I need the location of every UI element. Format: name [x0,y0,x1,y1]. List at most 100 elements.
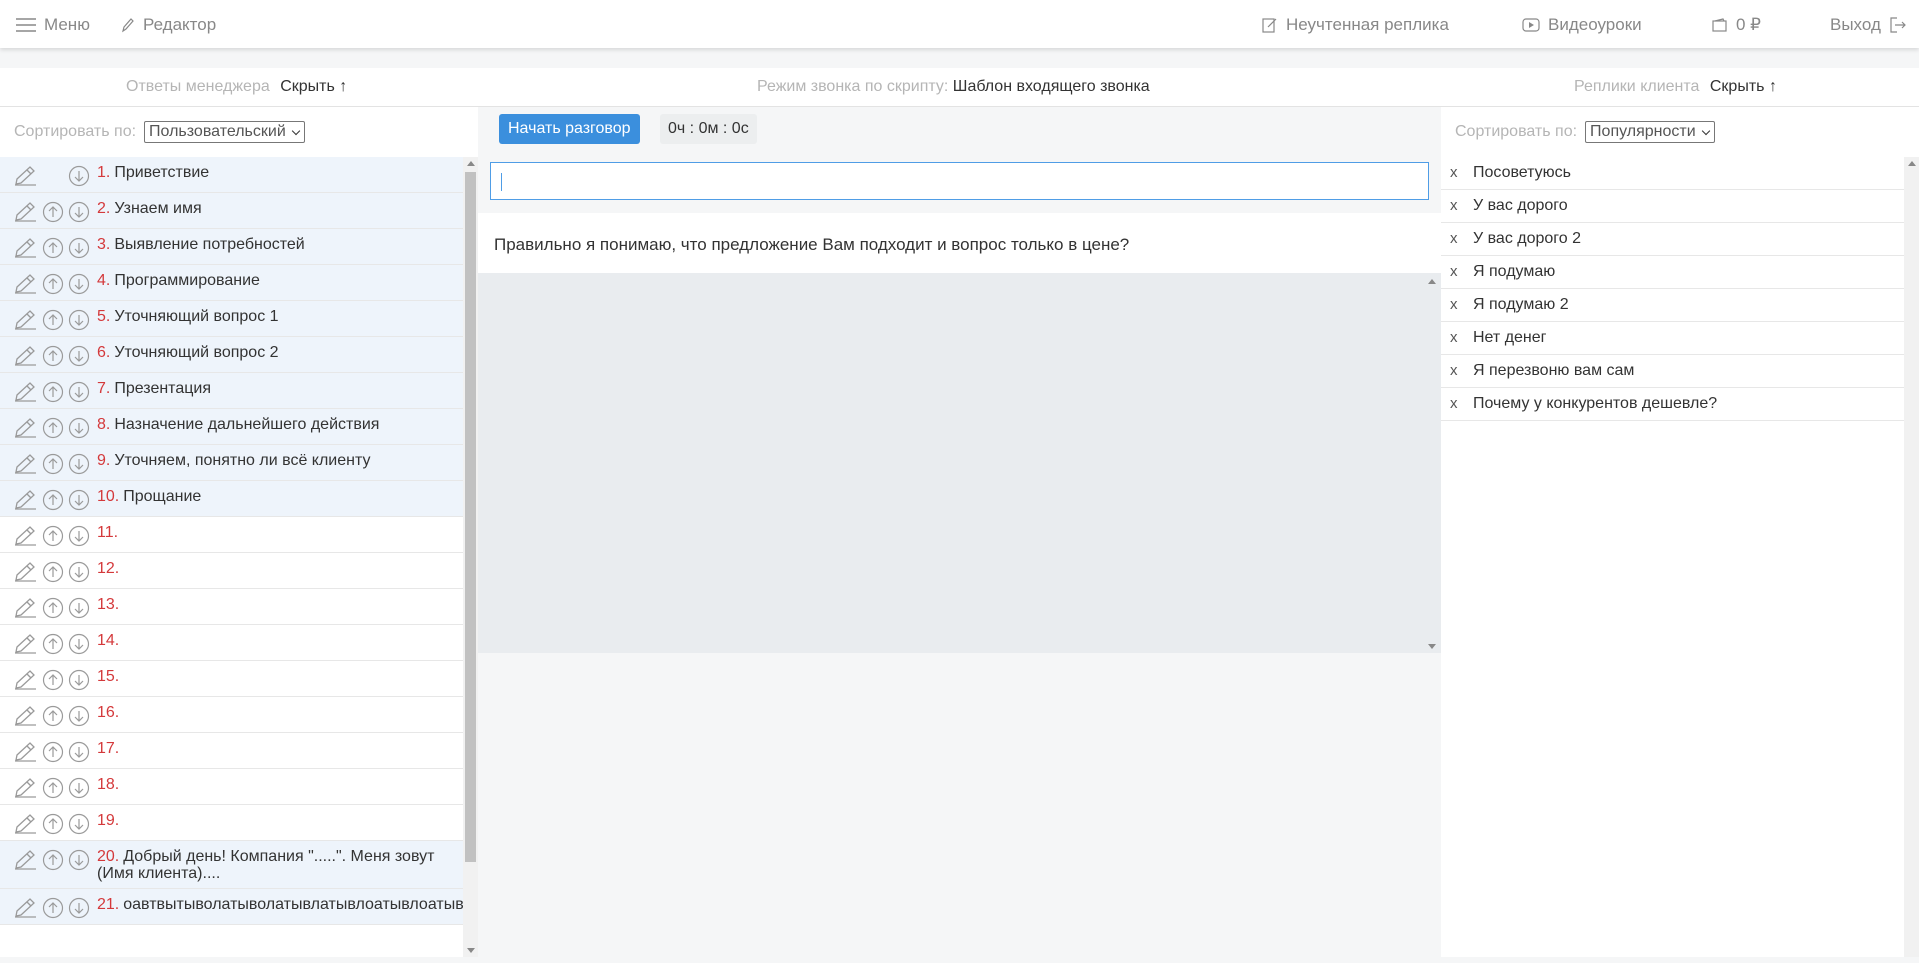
move-up-icon[interactable] [42,273,64,295]
move-down-icon[interactable] [68,381,90,403]
move-down-icon[interactable] [68,417,90,439]
move-down-icon[interactable] [68,453,90,475]
answer-row-text[interactable]: 7. Презентация [97,373,219,403]
move-up-icon[interactable] [42,489,64,511]
answer-row-text[interactable]: 10. Прощание [97,481,209,511]
move-down-icon[interactable] [68,561,90,583]
client-reply-item[interactable]: x Я перезвоню вам сам [1441,355,1904,388]
edit-pencil-icon[interactable] [12,561,38,583]
client-reply-text[interactable]: У вас дорого 2 [1473,223,1581,255]
call-mode-value[interactable]: Шаблон входящего звонка [953,78,1150,95]
remove-reply-button[interactable]: x [1450,157,1458,189]
answer-row[interactable]: 15. [0,661,463,697]
editor-button[interactable]: Редактор [121,14,216,36]
edit-pencil-icon[interactable] [12,597,38,619]
move-down-icon[interactable] [68,633,90,655]
client-reply-text[interactable]: У вас дорого [1473,190,1568,222]
edit-pencil-icon[interactable] [12,813,38,835]
remove-reply-button[interactable]: x [1450,190,1458,222]
answer-row-text[interactable]: 12. [97,553,131,583]
exit-button[interactable]: Выход [1830,14,1907,36]
video-lessons-button[interactable]: Видеоуроки [1522,14,1642,36]
edit-pencil-icon[interactable] [12,897,38,919]
answer-row-text[interactable]: 1. Приветствие [97,157,217,187]
move-down-icon[interactable] [68,897,90,919]
conversation-scrollbar[interactable] [1424,273,1439,653]
answer-row-text[interactable]: 18. [97,769,131,799]
answer-row-text[interactable]: 14. [97,625,131,655]
answer-row[interactable]: 5. Уточняющий вопрос 1 [0,301,463,337]
answer-row[interactable]: 18. [0,769,463,805]
edit-pencil-icon[interactable] [12,309,38,331]
edit-pencil-icon[interactable] [12,525,38,547]
answer-row-text[interactable]: 11. [97,517,130,547]
answer-row[interactable]: 4. Программирование [0,265,463,301]
move-down-icon[interactable] [68,345,90,367]
edit-pencil-icon[interactable] [12,417,38,439]
move-up-icon[interactable] [42,201,64,223]
move-down-icon[interactable] [68,273,90,295]
edit-pencil-icon[interactable] [12,669,38,691]
answer-row[interactable]: 16. [0,697,463,733]
client-reply-text[interactable]: Я подумаю 2 [1473,289,1569,321]
start-conversation-button[interactable]: Начать разговор [499,114,640,144]
answer-row[interactable]: 14. [0,625,463,661]
client-reply-item[interactable]: x Я подумаю [1441,256,1904,289]
move-up-icon[interactable] [42,525,64,547]
move-down-icon[interactable] [68,489,90,511]
answer-row[interactable]: 17. [0,733,463,769]
move-down-icon[interactable] [68,165,90,187]
remove-reply-button[interactable]: x [1450,322,1458,354]
answer-row[interactable]: 1. Приветствие [0,157,463,193]
answer-row[interactable]: 11. [0,517,463,553]
move-down-icon[interactable] [68,705,90,727]
edit-pencil-icon[interactable] [12,777,38,799]
answer-row-text[interactable]: 3. Выявление потребностей [97,229,313,259]
answer-row[interactable]: 19. [0,805,463,841]
answer-row[interactable]: 20. Добрый день! Компания ".....". Меня з… [0,841,463,889]
client-hide-toggle[interactable]: Скрыть ↑ [1710,78,1777,95]
move-down-icon[interactable] [68,309,90,331]
move-down-icon[interactable] [68,237,90,259]
edit-pencil-icon[interactable] [12,849,38,871]
move-up-icon[interactable] [42,849,64,871]
scroll-up-arrow-icon[interactable] [1428,279,1436,284]
edit-pencil-icon[interactable] [12,741,38,763]
move-up-icon[interactable] [42,813,64,835]
move-down-icon[interactable] [68,201,90,223]
answer-row[interactable]: 3. Выявление потребностей [0,229,463,265]
edit-pencil-icon[interactable] [12,273,38,295]
move-up-icon[interactable] [42,597,64,619]
move-up-icon[interactable] [42,777,64,799]
reply-input[interactable] [490,162,1429,200]
left-scroll-thumb[interactable] [465,172,476,862]
answer-row-text[interactable]: 6. Уточняющий вопрос 2 [97,337,287,367]
remove-reply-button[interactable]: x [1450,223,1458,255]
answer-row-text[interactable]: 17. [97,733,131,763]
move-up-icon[interactable] [42,453,64,475]
answer-row-text[interactable]: 8. Назначение дальнейшего действия [97,409,387,439]
client-reply-item[interactable]: x Почему у конкурентов дешевле? [1441,388,1904,421]
edit-pencil-icon[interactable] [12,165,38,187]
answer-row[interactable]: 9. Уточняем, понятно ли всё клиенту [0,445,463,481]
move-down-icon[interactable] [68,813,90,835]
answer-row-text[interactable]: 20. Добрый день! Компания ".....". Меня з… [97,841,463,888]
move-up-icon[interactable] [42,309,64,331]
move-up-icon[interactable] [42,417,64,439]
move-up-icon[interactable] [42,345,64,367]
answer-row[interactable]: 2. Узнаем имя [0,193,463,229]
scroll-down-arrow-icon[interactable] [467,948,475,953]
scroll-up-arrow-icon[interactable] [1908,161,1916,166]
move-up-icon[interactable] [42,705,64,727]
edit-pencil-icon[interactable] [12,381,38,403]
scroll-down-arrow-icon[interactable] [1428,644,1436,649]
remove-reply-button[interactable]: x [1450,388,1458,420]
left-scrollbar[interactable] [463,157,478,957]
move-down-icon[interactable] [68,777,90,799]
edit-pencil-icon[interactable] [12,705,38,727]
edit-pencil-icon[interactable] [12,453,38,475]
client-reply-text[interactable]: Нет денег [1473,322,1547,354]
right-sort-select[interactable]: Популярности [1585,121,1715,143]
client-reply-item[interactable]: x У вас дорого 2 [1441,223,1904,256]
move-up-icon[interactable] [42,741,64,763]
